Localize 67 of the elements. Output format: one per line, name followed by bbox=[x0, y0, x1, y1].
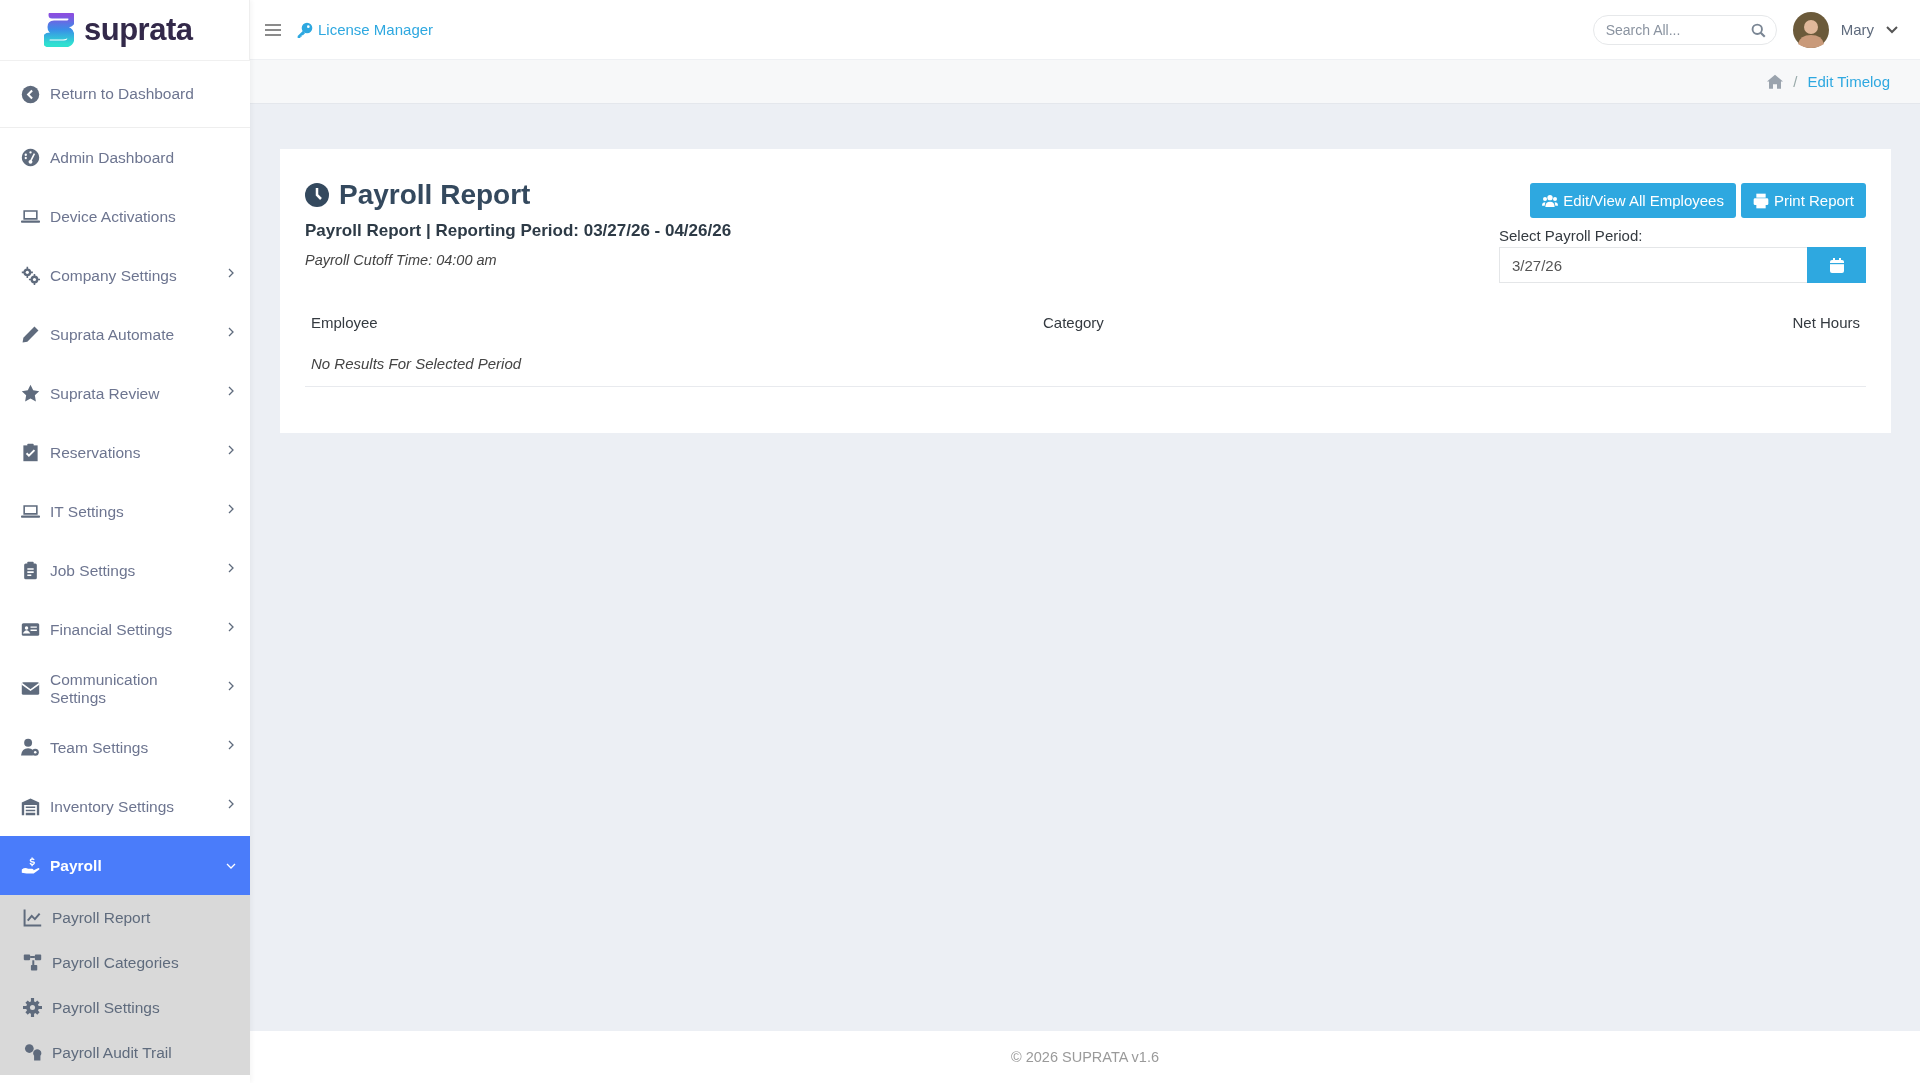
id-card-icon bbox=[21, 620, 40, 639]
back-icon bbox=[21, 84, 40, 104]
page-title: Payroll Report bbox=[339, 179, 531, 211]
key-icon bbox=[297, 21, 313, 38]
payroll-period-field[interactable]: 3/27/26 bbox=[1499, 247, 1807, 283]
user-gear-icon bbox=[21, 738, 40, 757]
warehouse-icon bbox=[21, 797, 40, 816]
avatar bbox=[1792, 11, 1829, 48]
action-button[interactable]: Edit/View All Employees bbox=[1530, 183, 1736, 218]
sidebar-item[interactable]: Communication Settings bbox=[0, 659, 250, 718]
pencil-icon bbox=[21, 325, 40, 344]
calendar-icon bbox=[1829, 257, 1844, 273]
clipboard-check-icon bbox=[21, 443, 40, 462]
sidebar-item[interactable]: Team Settings bbox=[0, 718, 250, 777]
laptop-icon bbox=[21, 207, 40, 226]
back-link[interactable]: Return to Dashboard bbox=[0, 60, 250, 128]
submenu-item[interactable]: Payroll Categories bbox=[0, 940, 250, 985]
sidebar-item[interactable]: Inventory Settings bbox=[0, 777, 250, 836]
column-header: Net Hours bbox=[1791, 312, 1861, 333]
column-header: Employee bbox=[310, 312, 379, 333]
logo-icon bbox=[44, 13, 74, 47]
sidebar-item[interactable]: Admin Dashboard bbox=[0, 128, 250, 187]
footer-text: © 2026 SUPRATA v1.6 bbox=[1011, 1049, 1159, 1065]
star-icon bbox=[21, 384, 40, 403]
sidebar-item[interactable]: Company Settings bbox=[0, 246, 250, 305]
sidebar-item[interactable]: Suprata Automate bbox=[0, 305, 250, 364]
sidebar-item[interactable]: Device Activations bbox=[0, 187, 250, 246]
submenu-item[interactable]: Payroll Settings bbox=[0, 985, 250, 1030]
gauge-icon bbox=[21, 148, 40, 167]
column-header: Category bbox=[1042, 312, 1105, 333]
submenu-item[interactable]: Payroll Report bbox=[0, 895, 250, 940]
envelope-icon bbox=[21, 679, 40, 698]
sidebar-item[interactable]: Job Settings bbox=[0, 541, 250, 600]
field-label: Select Payroll Period: bbox=[1499, 227, 1643, 244]
clock-icon bbox=[305, 183, 329, 207]
calendar-button[interactable] bbox=[1807, 247, 1866, 283]
breadcrumb-link[interactable]: Edit Timelog bbox=[1807, 73, 1890, 90]
sidebar-item[interactable]: Reservations bbox=[0, 423, 250, 482]
user-menu[interactable]: Mary bbox=[1792, 11, 1898, 48]
home-icon[interactable] bbox=[1767, 74, 1784, 89]
sitemap-icon bbox=[23, 953, 42, 972]
action-button[interactable]: Print Report bbox=[1740, 183, 1866, 218]
users-icon bbox=[1542, 192, 1559, 209]
reporting-period-heading: Payroll Report | Reporting Period: 03/27/26 - 04/26/26 bbox=[305, 221, 733, 241]
chevron-down-icon bbox=[1886, 25, 1898, 34]
sidebar-item[interactable]: Payroll bbox=[0, 836, 250, 895]
breadcrumb-separator: / bbox=[1793, 73, 1798, 90]
chart-line-icon bbox=[23, 908, 42, 927]
sidebar-item[interactable]: Suprata Review bbox=[0, 364, 250, 423]
empty-message: No Results For Selected Period bbox=[311, 355, 522, 372]
hand-dollar-icon bbox=[21, 856, 40, 875]
license-manager-link[interactable]: License Manager bbox=[297, 21, 434, 38]
cutoff-time-text: Payroll Cutoff Time: 04:00 am bbox=[305, 252, 498, 268]
printer-icon bbox=[1752, 192, 1769, 209]
clipboard-icon bbox=[21, 561, 40, 580]
gears-icon bbox=[21, 266, 40, 285]
search-icon bbox=[1750, 22, 1766, 38]
user-name: Mary bbox=[1840, 21, 1874, 38]
submenu-item[interactable]: Payroll Audit Trail bbox=[0, 1030, 250, 1075]
sidebar-item[interactable]: Financial Settings bbox=[0, 600, 250, 659]
brand-name: suprata bbox=[84, 12, 193, 48]
menu-icon[interactable] bbox=[265, 22, 281, 37]
settings-icon bbox=[23, 998, 42, 1017]
sidebar-item[interactable]: IT Settings bbox=[0, 482, 250, 541]
laptop-icon bbox=[21, 502, 40, 521]
user-icon bbox=[23, 1043, 42, 1062]
search-field[interactable]: Search All... bbox=[1592, 14, 1777, 45]
